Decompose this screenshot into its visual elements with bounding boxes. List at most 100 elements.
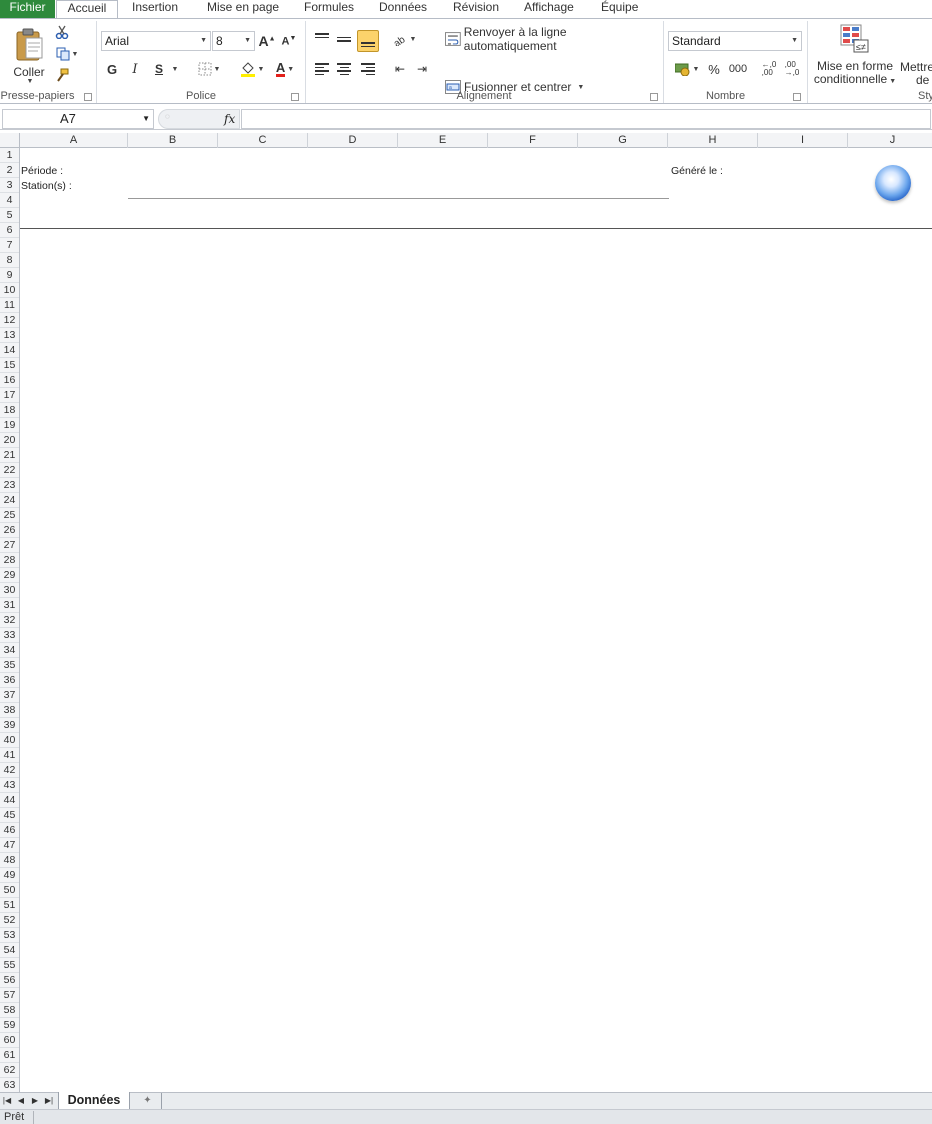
tab-revision[interactable]: Révision (453, 0, 499, 18)
clipboard-dialog-launcher[interactable] (84, 93, 92, 101)
row-header[interactable]: 27 (0, 538, 19, 553)
font-size-dropdown[interactable]: 8 ▼ (212, 31, 255, 51)
row-header[interactable]: 46 (0, 823, 19, 838)
column-header-h[interactable]: H (668, 133, 758, 148)
font-color-button[interactable]: A ▼ (270, 60, 300, 78)
row-header[interactable]: 16 (0, 373, 19, 388)
copy-button[interactable]: ▼ (54, 46, 80, 62)
row-header[interactable]: 32 (0, 613, 19, 628)
row-header[interactable]: 44 (0, 793, 19, 808)
tab-accueil[interactable]: Accueil (56, 0, 118, 19)
increase-indent-button[interactable]: ⇥ (413, 60, 431, 78)
insert-sheet-button[interactable]: ✦ (134, 1093, 162, 1109)
bold-button[interactable]: G (103, 60, 121, 78)
font-dialog-launcher[interactable] (291, 93, 299, 101)
tab-donnees[interactable]: Données (379, 0, 427, 18)
number-format-dropdown[interactable]: Standard ▼ (668, 31, 802, 51)
align-center-button[interactable] (335, 60, 353, 78)
row-header[interactable]: 47 (0, 838, 19, 853)
tab-affichage[interactable]: Affichage (524, 0, 574, 18)
row-header[interactable]: 61 (0, 1048, 19, 1063)
row-header[interactable]: 21 (0, 448, 19, 463)
row-header[interactable]: 6 (0, 223, 19, 238)
row-header[interactable]: 55 (0, 958, 19, 973)
name-box-dropdown-arrow[interactable]: ▼ (142, 110, 150, 128)
accounting-format-button[interactable]: ▼ (672, 60, 702, 78)
row-header[interactable]: 51 (0, 898, 19, 913)
percent-style-button[interactable]: % (705, 60, 723, 78)
column-header-j[interactable]: J (848, 133, 932, 148)
tab-insertion[interactable]: Insertion (132, 0, 178, 18)
row-header[interactable]: 38 (0, 703, 19, 718)
cut-button[interactable] (54, 24, 70, 40)
row-header[interactable]: 20 (0, 433, 19, 448)
row-header[interactable]: 11 (0, 298, 19, 313)
tab-formules[interactable]: Formules (304, 0, 354, 18)
row-header[interactable]: 53 (0, 928, 19, 943)
tab-equipe[interactable]: Équipe (601, 0, 638, 18)
row-header[interactable]: 39 (0, 718, 19, 733)
tab-fichier[interactable]: Fichier (0, 0, 55, 18)
row-header[interactable]: 5 (0, 208, 19, 223)
font-name-dropdown[interactable]: Arial ▼ (101, 31, 211, 51)
orientation-button[interactable]: ab ▼ (390, 30, 418, 48)
thousands-separator-button[interactable]: 000 (727, 60, 749, 78)
expand-handle-icon[interactable]: ◌ (165, 112, 170, 121)
row-header[interactable]: 35 (0, 658, 19, 673)
shrink-font-button[interactable]: A▼ (281, 31, 297, 51)
row-header[interactable]: 9 (0, 268, 19, 283)
row-header[interactable]: 24 (0, 493, 19, 508)
row-header[interactable]: 36 (0, 673, 19, 688)
cell-area[interactable]: Période : Station(s) : Généré le : (20, 148, 932, 1092)
align-left-button[interactable] (313, 60, 331, 78)
row-header[interactable]: 40 (0, 733, 19, 748)
row-header[interactable]: 23 (0, 478, 19, 493)
insert-function-button[interactable]: fx (224, 110, 235, 128)
paste-dropdown-arrow[interactable]: ▼ (27, 78, 34, 85)
row-header[interactable]: 14 (0, 343, 19, 358)
column-header-b[interactable]: B (128, 133, 218, 148)
decrease-indent-button[interactable]: ⇤ (391, 60, 409, 78)
row-header[interactable]: 45 (0, 808, 19, 823)
row-header[interactable]: 52 (0, 913, 19, 928)
row-header[interactable]: 43 (0, 778, 19, 793)
align-top-button[interactable] (313, 30, 331, 48)
sheet-tab-donnees[interactable]: Données (58, 1092, 130, 1110)
row-header[interactable]: 1 (0, 148, 19, 163)
borders-button[interactable]: ▼ (194, 60, 224, 78)
decrease-decimal-button[interactable]: ,00 →,0 (782, 60, 802, 78)
wrap-text-button[interactable]: Renvoyer à la ligne automatiquement (445, 25, 660, 53)
row-header[interactable]: 31 (0, 598, 19, 613)
increase-decimal-button[interactable]: ←,0,00 (759, 60, 779, 78)
row-header[interactable]: 62 (0, 1063, 19, 1078)
paste-button[interactable]: Coller ▼ (10, 23, 48, 89)
row-header[interactable]: 19 (0, 418, 19, 433)
column-header-i[interactable]: I (758, 133, 848, 148)
row-header[interactable]: 7 (0, 238, 19, 253)
row-header[interactable]: 30 (0, 583, 19, 598)
prev-sheet-button[interactable]: ◀ (14, 1093, 28, 1109)
row-header[interactable]: 8 (0, 253, 19, 268)
row-header[interactable]: 4 (0, 193, 19, 208)
row-header[interactable]: 58 (0, 1003, 19, 1018)
align-right-button[interactable] (359, 60, 377, 78)
column-header-f[interactable]: F (488, 133, 578, 148)
column-header-e[interactable]: E (398, 133, 488, 148)
row-header[interactable]: 42 (0, 763, 19, 778)
copy-dropdown-arrow[interactable]: ▼ (72, 51, 79, 58)
row-header[interactable]: 60 (0, 1033, 19, 1048)
column-header-d[interactable]: D (308, 133, 398, 148)
align-bottom-button[interactable] (357, 30, 379, 52)
underline-dropdown[interactable]: ▼ (169, 60, 179, 78)
row-header[interactable]: 37 (0, 688, 19, 703)
row-header[interactable]: 63 (0, 1078, 19, 1092)
row-header[interactable]: 41 (0, 748, 19, 763)
underline-button[interactable]: S (150, 60, 168, 78)
column-header-a[interactable]: A (20, 133, 128, 148)
row-header[interactable]: 13 (0, 328, 19, 343)
row-header[interactable]: 2 (0, 163, 19, 178)
row-header[interactable]: 26 (0, 523, 19, 538)
format-as-table-button[interactable]: Mettre de (900, 59, 932, 89)
row-header[interactable]: 10 (0, 283, 19, 298)
row-header[interactable]: 34 (0, 643, 19, 658)
